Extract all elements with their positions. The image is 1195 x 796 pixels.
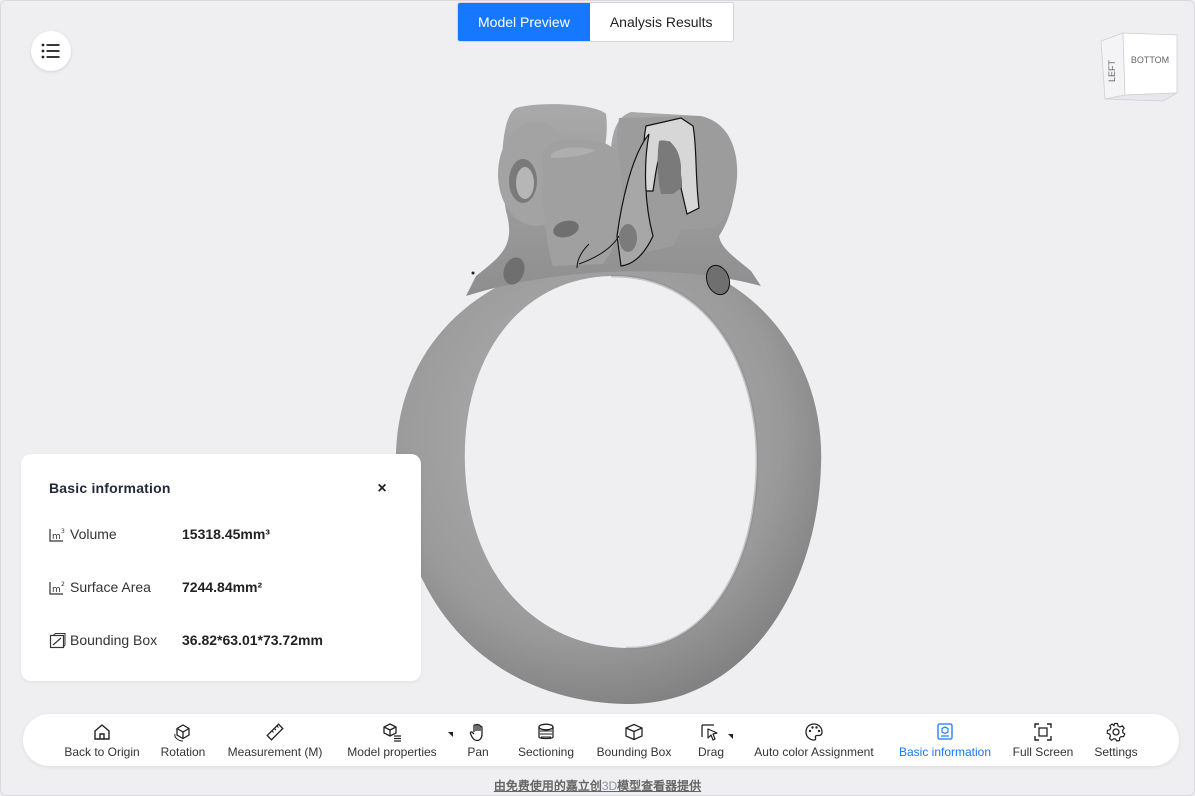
bounding-box-cube-icon — [625, 723, 643, 741]
pan-button[interactable]: Pan — [463, 714, 493, 766]
home-icon — [94, 724, 110, 740]
measurement-button[interactable]: Measurement (M) — [223, 714, 327, 766]
panel-title: Basic information — [49, 480, 171, 496]
model-properties-button[interactable]: Model properties — [343, 714, 453, 766]
drag-icon — [701, 724, 718, 741]
volume-icon: m 3 — [49, 528, 65, 542]
ruler-icon — [266, 723, 284, 741]
info-row-volume: m 3 Volume 15318.45mm³ — [49, 524, 270, 544]
svg-text:3: 3 — [61, 528, 65, 535]
volume-value: 15318.45mm³ — [182, 526, 270, 542]
volume-label: Volume — [70, 526, 117, 542]
tab-model-preview[interactable]: Model Preview — [458, 3, 590, 41]
bounding-box-button[interactable]: Bounding Box — [593, 714, 675, 766]
view-cube[interactable]: LEFT BOTTOM — [1093, 27, 1183, 105]
tab-analysis-results[interactable]: Analysis Results — [589, 3, 733, 41]
full-screen-button[interactable]: Full Screen — [1011, 714, 1075, 766]
back-to-origin-button[interactable]: Back to Origin — [61, 714, 143, 766]
bottom-toolbar: Back to Origin Rotation Measurement (M) — [23, 714, 1179, 766]
palette-icon — [805, 723, 823, 741]
info-row-surface-area: m 2 Surface Area 7244.84mm² — [49, 577, 262, 597]
list-menu-button[interactable] — [31, 31, 71, 71]
cube-face-left[interactable]: LEFT — [1107, 60, 1117, 83]
svg-text:m: m — [52, 585, 61, 595]
surface-area-icon: m 2 — [49, 581, 65, 595]
auto-color-assignment-button[interactable]: Auto color Assignment — [747, 714, 881, 766]
model-properties-icon — [383, 723, 401, 742]
rotation-button[interactable]: Rotation — [157, 714, 209, 766]
chevron-down-icon — [448, 732, 453, 737]
cube-face-bottom[interactable]: BOTTOM — [1131, 55, 1169, 65]
close-icon[interactable]: × — [373, 480, 391, 498]
info-row-bounding-box: Bounding Box 36.82*63.01*73.72mm — [49, 630, 323, 650]
bounding-box-label: Bounding Box — [70, 632, 158, 648]
basic-information-button[interactable]: Basic information — [895, 714, 995, 766]
view-tabs: Model Preview Analysis Results — [457, 2, 734, 42]
bounding-box-icon — [49, 632, 66, 648]
svg-text:m: m — [52, 532, 61, 542]
settings-button[interactable]: Settings — [1091, 714, 1141, 766]
footer-credit-link[interactable]: 由免费使用的嘉立创3D模型查看器提供 — [1, 777, 1194, 794]
3d-model-ring[interactable] — [381, 96, 841, 711]
fullscreen-icon — [1034, 723, 1052, 741]
drag-button[interactable]: Drag — [695, 714, 733, 766]
basic-information-panel: Basic information × m 3 Volume 15318.45m… — [21, 454, 421, 681]
chevron-down-icon — [728, 734, 733, 739]
sectioning-icon — [538, 723, 554, 740]
surface-area-label: Surface Area — [70, 579, 151, 595]
surface-area-value: 7244.84mm² — [182, 579, 263, 595]
hand-icon — [469, 723, 483, 742]
gear-icon — [1106, 722, 1126, 742]
list-icon — [41, 43, 60, 59]
basic-info-icon — [937, 723, 953, 740]
rotation-cube-icon — [174, 724, 190, 742]
viewer-frame: Model Preview Analysis Results LEFT BOTT… — [0, 0, 1195, 796]
bounding-box-value: 36.82*63.01*73.72mm — [182, 632, 323, 648]
svg-text:2: 2 — [61, 581, 65, 588]
sectioning-button[interactable]: Sectioning — [513, 714, 579, 766]
